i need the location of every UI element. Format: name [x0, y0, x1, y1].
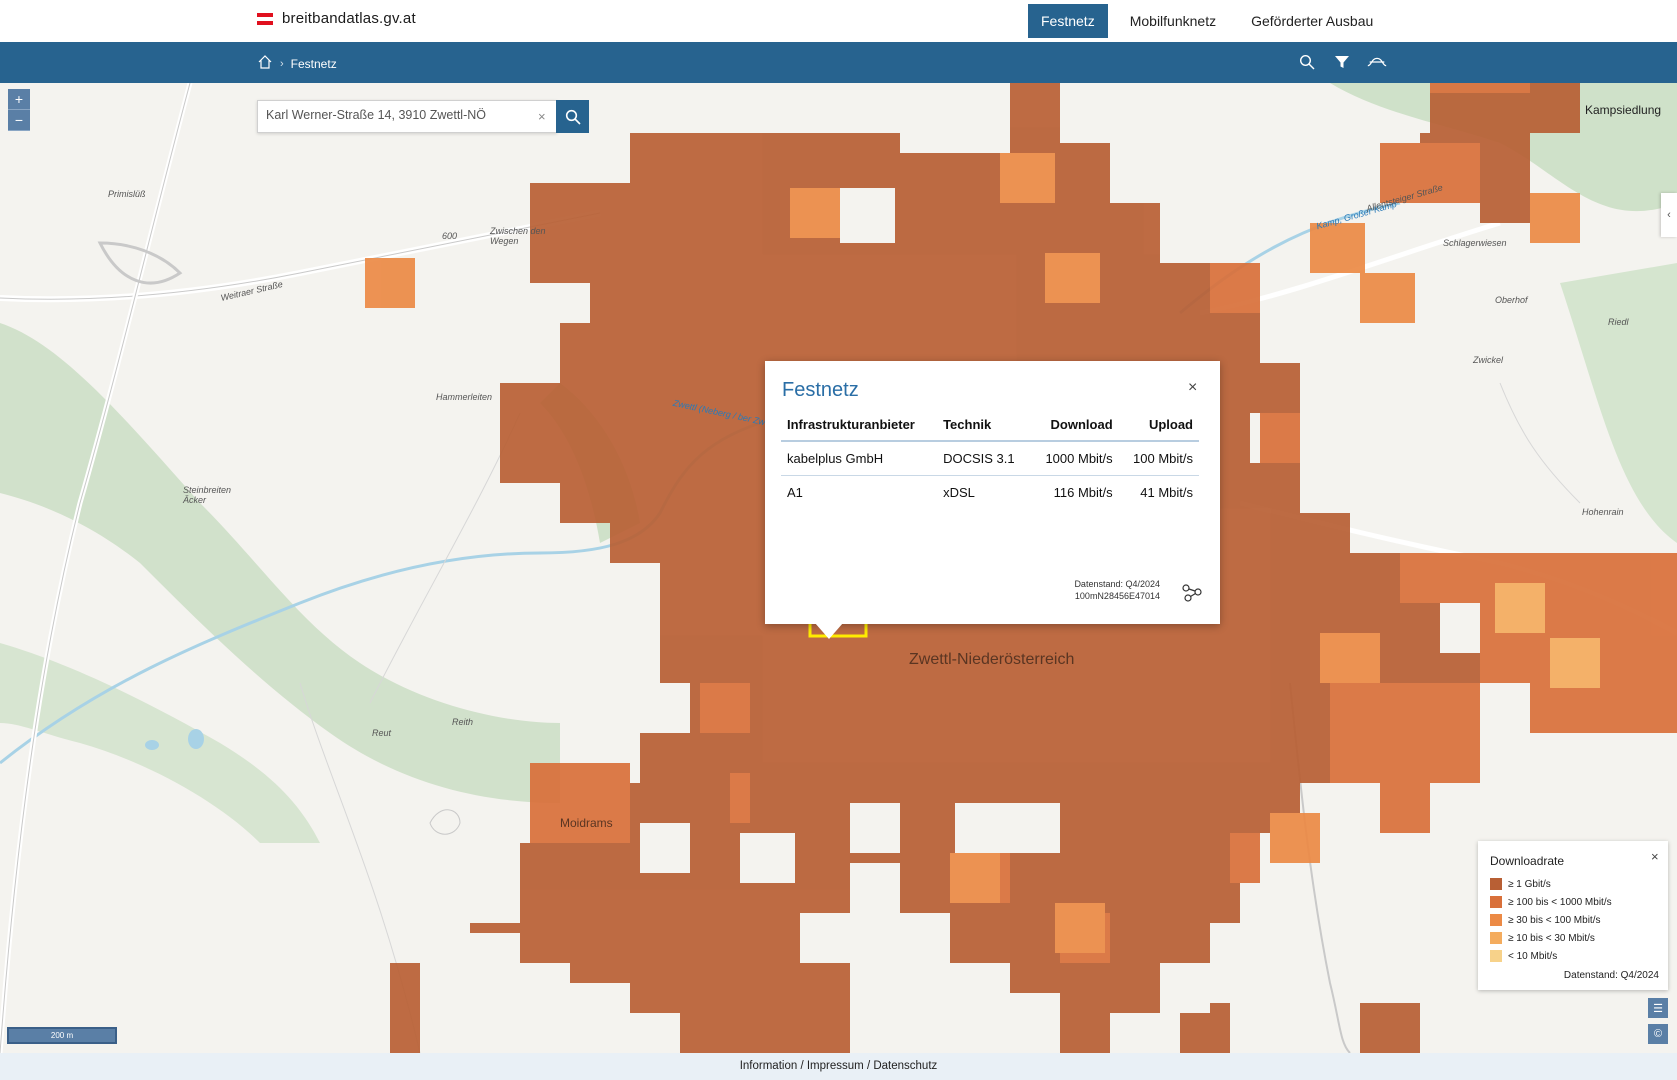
legend-label: ≥ 100 bis < 1000 Mbit/s: [1508, 896, 1612, 908]
legend-label: < 10 Mbit/s: [1508, 950, 1558, 962]
legend-swatch: [1490, 914, 1502, 926]
top-bar: breitbandatlas.gv.at Festnetz Mobilfunkn…: [0, 0, 1677, 42]
map-label: Reut: [372, 728, 392, 738]
upload-cell: 100 Mbit/s: [1118, 441, 1199, 476]
legend-swatch: [1490, 878, 1502, 890]
nav-festnetz[interactable]: Festnetz: [1028, 4, 1108, 38]
austria-flag-icon: [257, 12, 273, 25]
search-button[interactable]: [556, 100, 589, 133]
legend-list: ≥ 1 Gbit/s ≥ 100 bis < 1000 Mbit/s ≥ 30 …: [1490, 875, 1612, 965]
table-header-row: Infrastrukturanbieter Technik Download U…: [781, 409, 1199, 442]
map-label: Zwickel: [1473, 355, 1504, 365]
legend-item: ≥ 1 Gbit/s: [1490, 875, 1612, 893]
legend-label: ≥ 30 bis < 100 Mbit/s: [1508, 914, 1601, 926]
sidebar-toggle-chevron-left-icon[interactable]: ‹: [1661, 193, 1677, 237]
breadcrumb-separator: ›: [280, 57, 284, 70]
share-icon[interactable]: [1181, 581, 1203, 603]
legend-item: ≥ 100 bis < 1000 Mbit/s: [1490, 893, 1612, 911]
map-canvas[interactable]: + − × Primislüß Zwischen den Wegen 600 H…: [0, 83, 1677, 1053]
legend-label: ≥ 10 bis < 30 Mbit/s: [1508, 932, 1595, 944]
filter-icon[interactable]: [1331, 51, 1353, 73]
map-label: Oberhof: [1495, 295, 1528, 305]
nav-mobilfunknetz[interactable]: Mobilfunknetz: [1117, 4, 1229, 38]
popup-datenstand: Datenstand: Q4/2024 100mN28456E47014: [1045, 578, 1160, 602]
footer-link-information[interactable]: Information: [740, 1060, 798, 1072]
footer-link-datenschutz[interactable]: Datenschutz: [873, 1060, 937, 1072]
map-corner-controls: ☰ ©: [1648, 998, 1668, 1050]
column-header: Technik: [937, 409, 1031, 442]
footer: Information / Impressum / Datenschutz: [0, 1053, 1677, 1080]
zoom-in-button[interactable]: +: [8, 89, 30, 110]
column-header: Download: [1030, 409, 1119, 442]
breadcrumb: › Festnetz: [257, 54, 337, 73]
technik-cell: DOCSIS 3.1: [937, 441, 1031, 476]
map-label: Riedl: [1608, 317, 1629, 327]
table-row: kabelplus GmbH DOCSIS 3.1 1000 Mbit/s 10…: [781, 441, 1199, 476]
cable-icon[interactable]: [1366, 51, 1388, 73]
column-header: Upload: [1118, 409, 1199, 442]
main-nav: Festnetz Mobilfunknetz Geförderter Ausba…: [1028, 4, 1395, 38]
map-label: Steinbreiten Äcker: [183, 485, 232, 505]
map-label: Primislüß: [108, 189, 146, 199]
legend-label: ≥ 1 Gbit/s: [1508, 878, 1551, 890]
search-icon[interactable]: [1296, 51, 1318, 73]
legend-item: < 10 Mbit/s: [1490, 947, 1612, 965]
footer-separator: /: [800, 1060, 804, 1072]
nav-gefoerderter-ausbau[interactable]: Geförderter Ausbau: [1238, 4, 1386, 38]
download-cell: 116 Mbit/s: [1053, 485, 1113, 500]
zoom-out-button[interactable]: −: [8, 110, 30, 131]
cell-id-text: 100mN28456E47014: [1074, 591, 1160, 601]
table-row: A1 xDSL 116 Mbit/s 41 Mbit/s: [781, 476, 1199, 510]
map-label: Hammerleiten: [436, 392, 493, 402]
popup-title: Festnetz: [782, 379, 859, 401]
clear-search-button[interactable]: ×: [538, 109, 546, 124]
upload-cell: 41 Mbit/s: [1140, 485, 1193, 500]
column-header: Infrastrukturanbieter: [781, 409, 938, 442]
breadcrumb-bar: › Festnetz: [0, 42, 1677, 83]
datenstand-text: Datenstand: Q4/2024: [1074, 579, 1160, 589]
map-label: Hohenrain: [1582, 507, 1624, 517]
footer-separator: /: [866, 1060, 871, 1072]
legend-panel: Downloadrate × ≥ 1 Gbit/s ≥ 100 bis < 10…: [1478, 841, 1668, 990]
provider-cell: kabelplus GmbH: [781, 441, 938, 476]
search-icon: [565, 109, 581, 125]
toolbar: [1296, 51, 1388, 73]
legend-swatch: [1490, 950, 1502, 962]
legend-close-button[interactable]: ×: [1651, 849, 1659, 864]
map-label: Reith: [452, 717, 474, 727]
legend-item: ≥ 30 bis < 100 Mbit/s: [1490, 911, 1612, 929]
logo-text: breitbandatlas.gv.at: [282, 10, 416, 27]
breadcrumb-current: Festnetz: [290, 56, 337, 71]
legend-item: ≥ 10 bis < 30 Mbit/s: [1490, 929, 1612, 947]
map-label: Moidrams: [560, 816, 613, 830]
address-search-input[interactable]: [266, 108, 526, 122]
map-label: Schlagerwiesen: [1443, 238, 1507, 248]
footer-link-impressum[interactable]: Impressum: [807, 1060, 864, 1072]
map-label: 600: [442, 231, 458, 241]
zoom-control: + −: [8, 89, 30, 131]
scale-bar: 200 m: [7, 1027, 117, 1044]
home-icon[interactable]: [257, 54, 273, 73]
legend-swatch: [1490, 932, 1502, 944]
town-label: Zwettl-Niederösterreich: [909, 651, 1075, 668]
popup-pointer: [815, 623, 843, 639]
site-logo[interactable]: breitbandatlas.gv.at: [257, 10, 416, 27]
download-cell: 1000 Mbit/s: [1030, 441, 1119, 476]
legend-datenstand: Datenstand: Q4/2024: [1563, 970, 1659, 981]
provider-table: Infrastrukturanbieter Technik Download U…: [781, 409, 1199, 509]
layers-icon[interactable]: ☰: [1648, 998, 1668, 1018]
legend-swatch: [1490, 896, 1502, 908]
info-popup: Festnetz × Infrastrukturanbieter Technik…: [765, 361, 1220, 639]
provider-cell: A1: [787, 485, 803, 500]
technik-cell: xDSL: [943, 485, 975, 500]
map-label: Kampsiedlung: [1585, 103, 1662, 117]
copyright-icon[interactable]: ©: [1648, 1024, 1668, 1044]
popup-close-button[interactable]: ×: [1188, 379, 1197, 397]
map-label: Zwischen den Wegen: [490, 226, 546, 246]
legend-title: Downloadrate: [1490, 854, 1565, 868]
address-search: ×: [257, 100, 557, 133]
